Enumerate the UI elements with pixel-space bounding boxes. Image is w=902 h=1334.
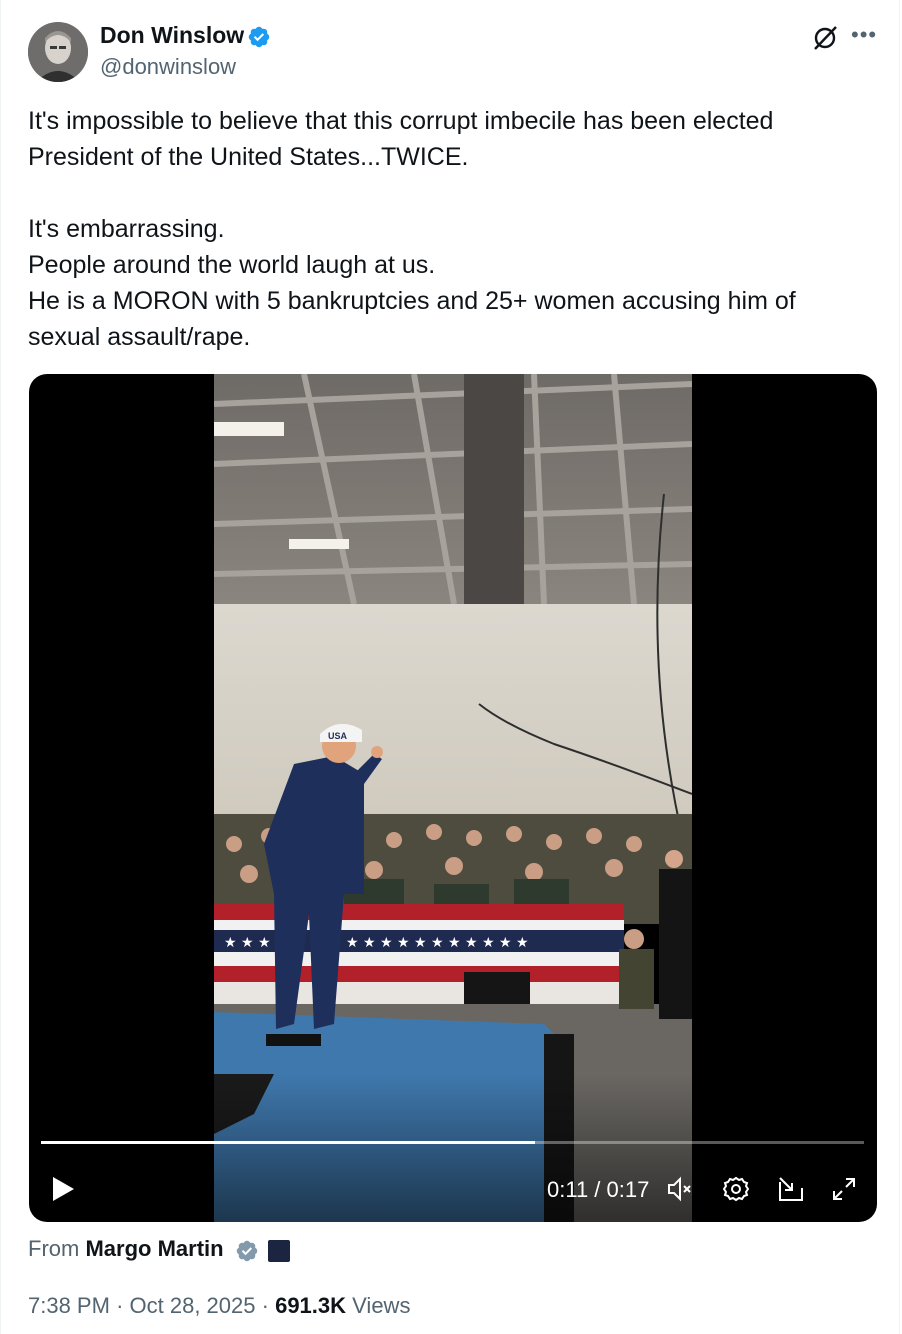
progress-fill [41,1141,535,1144]
verified-badge-icon [248,26,270,48]
mute-icon[interactable] [665,1174,695,1204]
tweet-time[interactable]: 7:38 PM [28,1293,110,1318]
tweet-date[interactable]: Oct 28, 2025 [130,1293,256,1318]
more-icon[interactable]: ••• [851,22,877,48]
svg-text:★ ★ ★: ★ ★ ★ [224,935,271,951]
hat-text: USA [328,731,348,741]
video-frame[interactable]: ★ ★ ★ ★ ★ ★ ★ ★ ★ ★ ★ ★ ★ ★ ★ USA [214,374,692,1222]
grok-icon[interactable] [811,24,839,52]
time-display: 0:11 / 0:17 [547,1177,650,1202]
settings-icon[interactable] [721,1174,751,1204]
tweet-card: Don Winslow @donwinslow ••• It's impossi… [0,0,900,1334]
attribution-name[interactable]: Margo Martin [85,1236,223,1261]
fullscreen-icon[interactable] [829,1174,859,1204]
affiliate-badge-icon[interactable] [268,1240,290,1262]
author-handle[interactable]: @donwinslow [100,54,236,80]
video-attribution: From Margo Martin [28,1236,224,1262]
tweet-meta: 7:38 PM · Oct 28, 2025 · 691.3K Views [28,1293,410,1319]
attribution-prefix: From [28,1236,80,1261]
play-icon[interactable] [51,1176,75,1202]
svg-text:★ ★ ★ ★ ★ ★ ★ ★ ★ ★ ★ ★: ★ ★ ★ ★ ★ ★ ★ ★ ★ ★ ★ ★ [329,935,529,951]
meta-separator: · [261,1293,269,1318]
avatar[interactable] [28,22,88,82]
tweet-text: It's impossible to believe that this cor… [28,107,796,351]
video-player[interactable]: ★ ★ ★ ★ ★ ★ ★ ★ ★ ★ ★ ★ ★ ★ ★ USA 0:11 /… [29,374,877,1222]
views-count: 691.3K [275,1293,347,1318]
pip-icon[interactable] [776,1174,806,1204]
attribution-verified-icon [236,1240,258,1262]
views-label: Views [352,1293,411,1318]
meta-separator: · [116,1293,124,1318]
author-name[interactable]: Don Winslow [100,22,244,49]
